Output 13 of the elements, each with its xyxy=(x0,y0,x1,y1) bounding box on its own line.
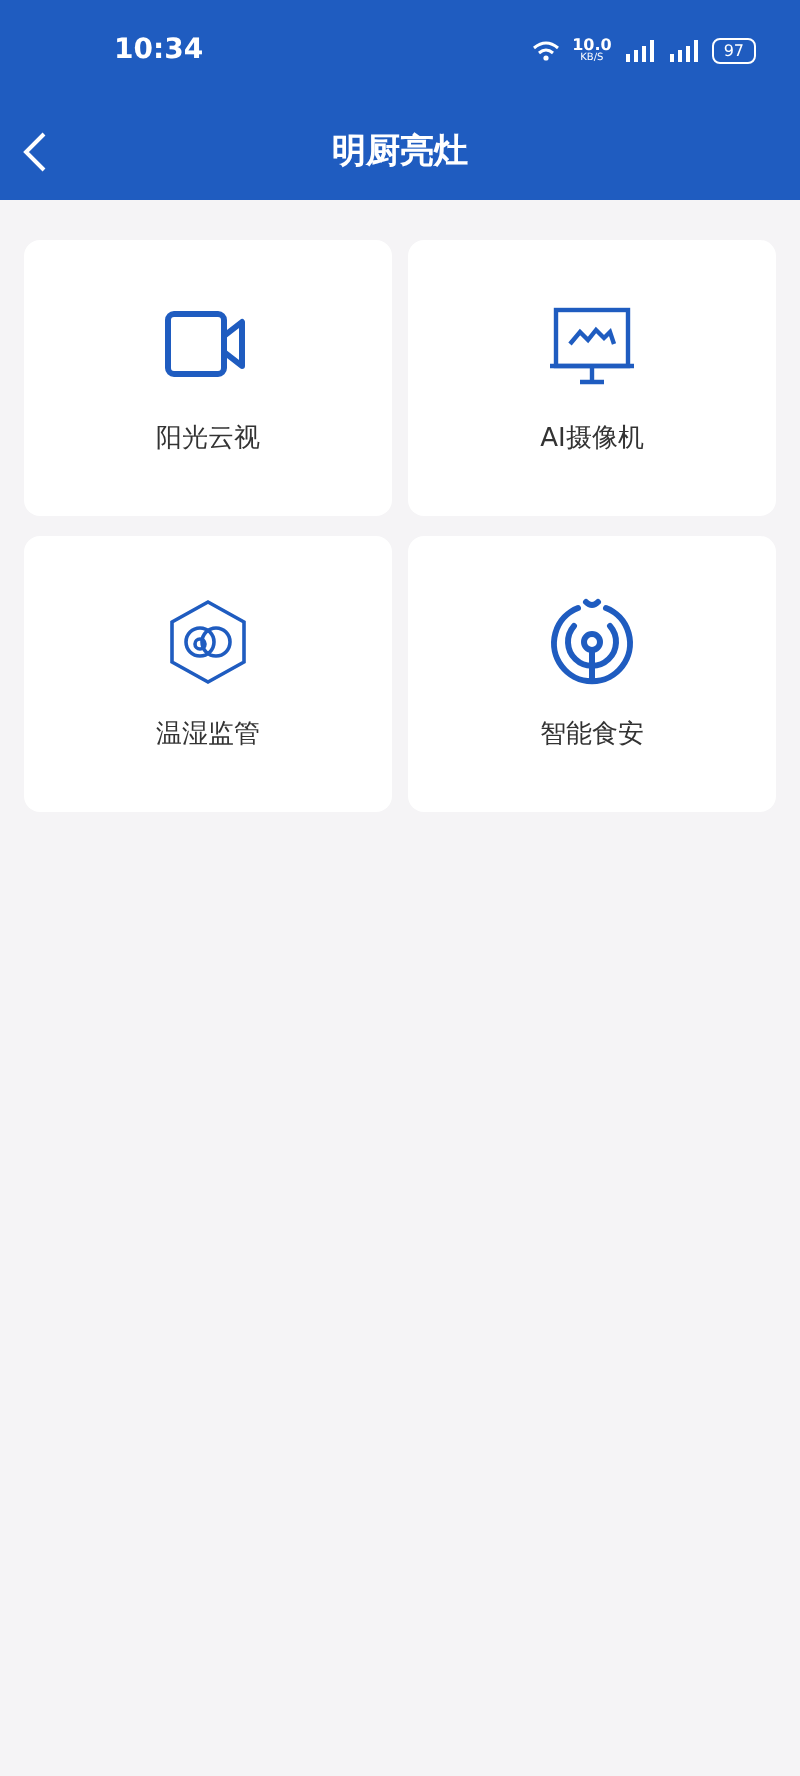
battery-level: 97 xyxy=(711,37,756,63)
feature-tile[interactable]: 智能食安 xyxy=(408,536,776,812)
feature-tile[interactable]: 阳光云视 xyxy=(24,240,392,516)
feature-tile[interactable]: AI摄像机 xyxy=(408,240,776,516)
wifi-icon xyxy=(532,39,561,61)
signal-icon xyxy=(667,39,700,61)
network-speed: 10.0 xyxy=(572,37,612,53)
signal-icon xyxy=(623,39,656,61)
feature-tile[interactable]: 温湿监管 xyxy=(24,536,392,812)
status-time: 10:34 xyxy=(114,34,204,66)
signal-tower-icon xyxy=(546,596,638,688)
back-icon[interactable] xyxy=(20,130,48,174)
page-title: 明厨亮灶 xyxy=(332,129,468,173)
